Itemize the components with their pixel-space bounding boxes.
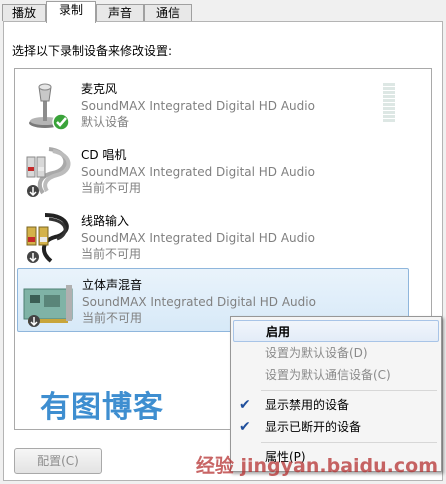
menu-item-set-default[interactable]: 设置为默认设备(D) [233,342,439,364]
device-description: SoundMAX Integrated Digital HD Audio [81,99,315,113]
device-status: 当前不可用 [81,247,142,261]
microphone-icon [29,83,70,131]
checkmark-icon: ✔ [239,419,251,435]
tab-recording[interactable]: 录制 [46,1,96,23]
configure-button[interactable]: 配置(C) [14,448,102,474]
device-status: 当前不可用 [81,181,142,195]
tab-sounds[interactable]: 声音 [96,4,144,21]
instruction-text: 选择以下录制设备来修改设置: [12,44,173,58]
level-meter [383,83,395,123]
tab-bar: 播放 录制 声音 通信 [0,0,446,23]
list-item-line-in[interactable]: 线路输入 SoundMAX Integrated Digital HD Audi… [17,205,409,269]
device-description: SoundMAX Integrated Digital HD Audio [81,231,315,245]
device-status: 默认设备 [81,115,130,129]
device-name: 麦克风 [81,82,118,96]
list-item-cd-player[interactable]: CD 唱机 SoundMAX Integrated Digital HD Aud… [17,139,409,203]
context-menu: 启用 设置为默认设备(D) 设置为默认通信设备(C) ✔ 显示禁用的设备 ✔ 显… [230,316,442,472]
device-name: 立体声混音 [82,278,143,292]
checkmark-icon: ✔ [239,397,251,413]
device-name: CD 唱机 [81,148,127,162]
tab-communications[interactable]: 通信 [144,4,192,21]
list-item-microphone[interactable]: 麦克风 SoundMAX Integrated Digital HD Audio… [17,73,409,137]
menu-item-label: 显示禁用的设备 [265,398,350,412]
line-in-cable-icon [26,213,69,263]
device-description: SoundMAX Integrated Digital HD Audio [81,165,315,179]
menu-separator [261,442,437,443]
menu-item-label: 显示已断开的设备 [265,420,362,434]
menu-item-label: 启用 [266,325,291,339]
menu-item-enable[interactable]: 启用 [233,320,439,342]
device-description: SoundMAX Integrated Digital HD Audio [82,295,316,309]
tab-playback[interactable]: 播放 [2,4,46,21]
menu-item-label: 设置为默认通信设备(C) [265,368,391,382]
menu-item-set-default-communication[interactable]: 设置为默认通信设备(C) [233,364,439,386]
device-name: 线路输入 [81,214,130,228]
cd-cable-icon [26,147,71,197]
menu-separator [261,390,437,391]
corner-watermark: 经验 jingyan.baidu.com [195,455,438,477]
menu-item-show-disabled[interactable]: ✔ 显示禁用的设备 [233,394,439,416]
sound-card-icon [23,285,73,327]
menu-item-show-disconnected[interactable]: ✔ 显示已断开的设备 [233,416,439,438]
menu-item-label: 设置为默认设备(D) [265,346,368,360]
watermark-text: 有图博客 [40,390,164,425]
